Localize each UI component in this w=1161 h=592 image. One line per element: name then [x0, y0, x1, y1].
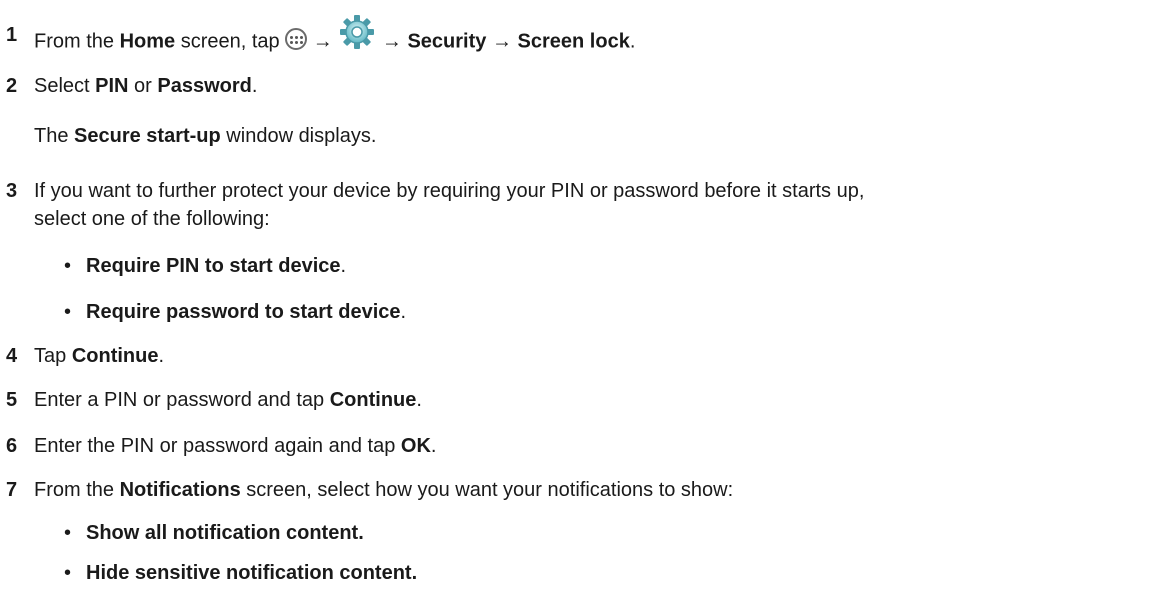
step-7-post: screen, select how you want your notific… — [240, 479, 734, 501]
step-1-pre: From the — [34, 30, 120, 53]
security-label: Security — [407, 30, 487, 53]
step-5-text: Enter a PIN or password and tap Continue… — [34, 388, 422, 412]
punctuation: . — [158, 345, 165, 367]
step-6-text: Enter the PIN or password again and tap … — [34, 434, 436, 458]
step-7-text: From the Notifications screen, select ho… — [34, 478, 733, 502]
home-label: Home — [119, 30, 176, 53]
step-number: 2 — [6, 75, 18, 97]
option-label: Show all notification content. — [86, 522, 364, 544]
screen-lock-label: Screen lock — [517, 30, 630, 53]
punctuation: . — [416, 389, 422, 411]
pin-label: PIN — [95, 75, 129, 97]
bullet: • — [64, 562, 72, 584]
step-number: 6 — [6, 435, 18, 457]
secure-startup-label: Secure start-up — [74, 125, 221, 147]
step-5-pre: Enter a PIN or password and tap — [34, 389, 330, 411]
gear-icon — [340, 15, 375, 49]
option-label: Require PIN to start device — [86, 255, 341, 277]
note-post: window displays. — [220, 125, 377, 147]
option-hide-sensitive: Hide sensitive notification content. — [86, 561, 417, 585]
step-2-text: Select PIN or Password. — [34, 74, 257, 98]
step-number: 3 — [6, 180, 18, 202]
option-show-all: Show all notification content. — [86, 521, 364, 545]
option-label: Require password to start device — [86, 301, 401, 323]
step-2-pre: Select — [34, 75, 96, 97]
step-3-line-2: select one of the following: — [34, 208, 270, 230]
continue-label: Continue — [329, 389, 417, 411]
bullet: • — [64, 301, 72, 323]
option-require-pin: Require PIN to start device. — [86, 254, 346, 278]
step-6-pre: Enter the PIN or password again and tap — [34, 435, 401, 457]
bullet: • — [64, 522, 72, 544]
arrow: → — [381, 30, 402, 53]
punctuation: . — [629, 30, 636, 53]
step-3-line-1: If you want to further protect your devi… — [34, 180, 865, 202]
step-7-pre: From the — [34, 479, 120, 501]
note-pre: The — [34, 125, 75, 147]
password-label: Password — [157, 75, 252, 97]
step-4-text: Tap Continue. — [34, 344, 164, 368]
step-number: 7 — [6, 479, 18, 501]
option-require-password: Require password to start device. — [86, 300, 406, 324]
punctuation: . — [400, 301, 407, 323]
bullet: • — [64, 255, 72, 277]
apps-icon — [285, 28, 308, 50]
continue-label: Continue — [71, 345, 159, 367]
step-number: 1 — [6, 24, 18, 46]
punctuation: . — [340, 255, 347, 277]
step-1-text: From the Home screen, tap → → Security →… — [34, 15, 636, 61]
notifications-label: Notifications — [119, 479, 241, 501]
step-4-pre: Tap — [34, 345, 72, 367]
step-number: 4 — [6, 345, 18, 367]
arrow: → — [491, 30, 512, 53]
step-number: 5 — [6, 389, 18, 411]
ok-label: OK — [400, 435, 431, 457]
arrow: → — [312, 30, 333, 53]
step-1-mid: screen, tap — [175, 30, 286, 53]
or-text: or — [128, 75, 158, 97]
option-label: Hide sensitive notification content. — [86, 562, 418, 584]
step-2-note: The Secure start-up window displays. — [34, 124, 376, 148]
punctuation: . — [251, 75, 258, 97]
punctuation: . — [430, 435, 437, 457]
